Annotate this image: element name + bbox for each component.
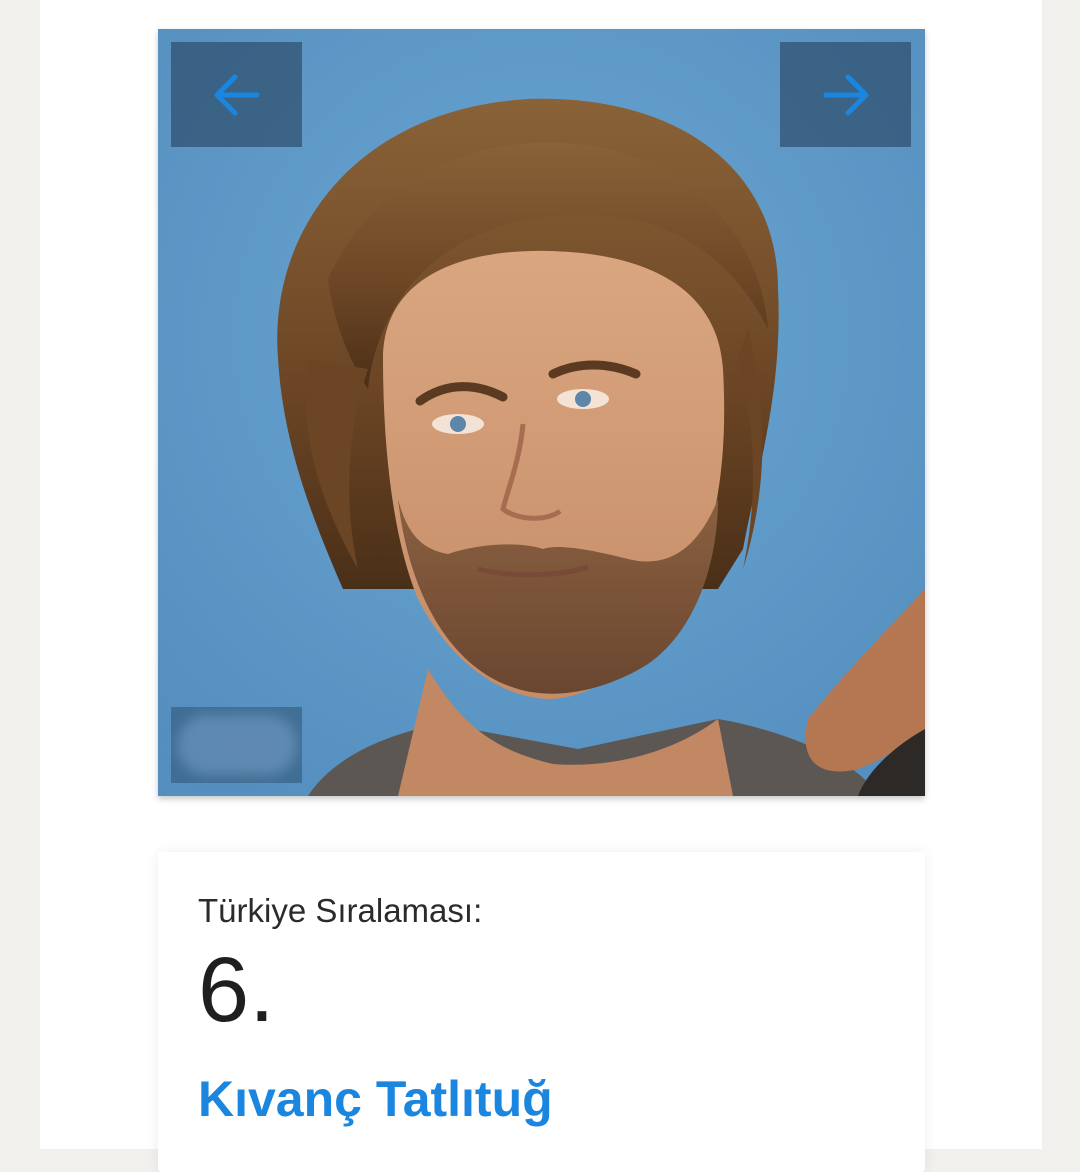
ranking-label: Türkiye Sıralaması: [198,892,483,929]
blurred-icon [176,715,297,775]
photo-gallery [158,29,925,796]
ranking-card: Türkiye Sıralaması: 6. Kıvanç Tatlıtuğ [158,852,925,1172]
arrow-right-icon [823,74,868,115]
previous-photo-button[interactable] [171,42,302,147]
person-name-link[interactable]: Kıvanç Tatlıtuğ [198,1070,553,1128]
ranking-value: 6. [198,939,275,1041]
next-photo-button[interactable] [780,42,911,147]
fullscreen-button[interactable] [171,707,302,783]
arrow-left-icon [214,74,259,115]
